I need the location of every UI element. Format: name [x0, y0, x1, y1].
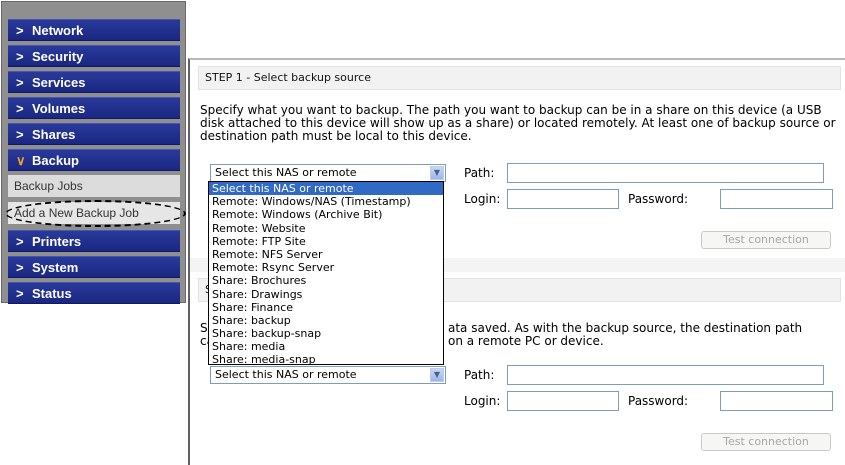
sidebar-subitem-add-backup-job[interactable]: Add a New Backup Job [8, 202, 180, 224]
sidebar-item-label: Backup [32, 153, 79, 168]
chevron-right-icon: > [16, 260, 24, 275]
sidebar-item-label: Volumes [32, 101, 86, 116]
sidebar-item-security[interactable]: > Security [8, 45, 180, 67]
source-path-input[interactable] [507, 163, 824, 183]
source-password-label: Password: [628, 192, 689, 206]
dropdown-option[interactable]: Remote: FTP Site [209, 235, 443, 248]
sidebar-item-backup[interactable]: ∨ Backup [8, 149, 180, 171]
source-login-label: Login: [464, 192, 501, 206]
sidebar-item-system[interactable]: > System [8, 256, 180, 278]
step2-desc-fragment-b: ata saved. As with the backup source, th… [448, 321, 803, 335]
dropdown-arrow-icon[interactable]: ▼ [430, 368, 444, 382]
sidebar-item-label: Shares [32, 127, 76, 142]
step2-desc-fragment-a: S [200, 321, 208, 335]
chevron-right-icon: > [16, 127, 24, 142]
sidebar-item-label: System [32, 260, 79, 275]
step1-header: STEP 1 - Select backup source [198, 66, 841, 90]
destination-login-input[interactable] [507, 391, 619, 411]
chevron-down-icon: ∨ [16, 153, 26, 168]
source-password-input[interactable] [720, 189, 833, 209]
destination-select[interactable]: Select this NAS or remote ▼ [210, 366, 446, 384]
destination-password-label: Password: [628, 394, 689, 408]
chevron-right-icon: > [16, 23, 24, 38]
source-select-dropdown-list: Select this NAS or remote Remote: Window… [208, 181, 444, 366]
dropdown-option[interactable]: Remote: Windows/NAS (Timestamp) [209, 195, 443, 208]
sidebar-subitem-backup-jobs[interactable]: Backup Jobs [8, 175, 180, 197]
destination-path-input[interactable] [507, 365, 824, 385]
dropdown-option[interactable]: Share: Finance [209, 301, 443, 314]
source-login-input[interactable] [507, 189, 619, 209]
source-select-value: Select this NAS or remote [215, 166, 357, 179]
destination-test-connection-button[interactable]: Test connection [701, 433, 831, 451]
dropdown-option[interactable]: Share: backup-snap [209, 327, 443, 340]
source-select[interactable]: Select this NAS or remote ▼ [210, 164, 446, 182]
dropdown-option[interactable]: Remote: Rsync Server [209, 261, 443, 274]
destination-login-label: Login: [464, 394, 501, 408]
chevron-right-icon: > [16, 286, 24, 301]
dropdown-option[interactable]: Select this NAS or remote [209, 182, 443, 196]
dropdown-option[interactable]: Share: media-snap [209, 353, 443, 366]
source-test-connection-button[interactable]: Test connection [701, 231, 831, 249]
dropdown-option[interactable]: Share: media [209, 340, 443, 353]
sidebar-item-network[interactable]: > Network [8, 19, 180, 41]
dropdown-arrow-icon[interactable]: ▼ [430, 166, 444, 180]
chevron-right-icon: > [16, 101, 24, 116]
destination-path-label: Path: [464, 368, 495, 382]
chevron-right-icon: > [16, 49, 24, 64]
sidebar-subitem-label: Add a New Backup Job [14, 206, 139, 220]
step1-description: Specify what you want to backup. The pat… [200, 103, 836, 143]
dropdown-option[interactable]: Remote: NFS Server [209, 248, 443, 261]
dropdown-option[interactable]: Remote: Windows (Archive Bit) [209, 208, 443, 221]
source-path-label: Path: [464, 166, 495, 180]
sidebar-item-shares[interactable]: > Shares [8, 123, 180, 145]
sidebar-item-label: Security [32, 49, 84, 64]
sidebar-item-printers[interactable]: > Printers [8, 230, 180, 252]
destination-password-input[interactable] [720, 391, 833, 411]
step2-desc-fragment-d: on a remote PC or device. [448, 334, 604, 348]
sidebar-item-label: Network [32, 23, 84, 38]
sidebar-item-label: Printers [32, 234, 82, 249]
dropdown-option[interactable]: Share: Drawings [209, 288, 443, 301]
sidebar-nav: > Network > Security > Services > Volumes > S… [1, 1, 186, 304]
chevron-right-icon: > [16, 75, 24, 90]
sidebar-item-volumes[interactable]: > Volumes [8, 97, 180, 119]
chevron-right-icon: > [16, 234, 24, 249]
sidebar-subitem-label: Backup Jobs [14, 179, 83, 193]
dropdown-option[interactable]: Share: backup [209, 314, 443, 327]
sidebar-item-status[interactable]: > Status [8, 282, 180, 304]
sidebar-item-label: Services [32, 75, 86, 90]
sidebar-item-label: Status [32, 286, 72, 301]
sidebar-item-services[interactable]: > Services [8, 71, 180, 93]
dropdown-option[interactable]: Remote: Website [209, 222, 443, 235]
dropdown-option[interactable]: Share: Brochures [209, 274, 443, 287]
destination-select-value: Select this NAS or remote [215, 368, 357, 381]
